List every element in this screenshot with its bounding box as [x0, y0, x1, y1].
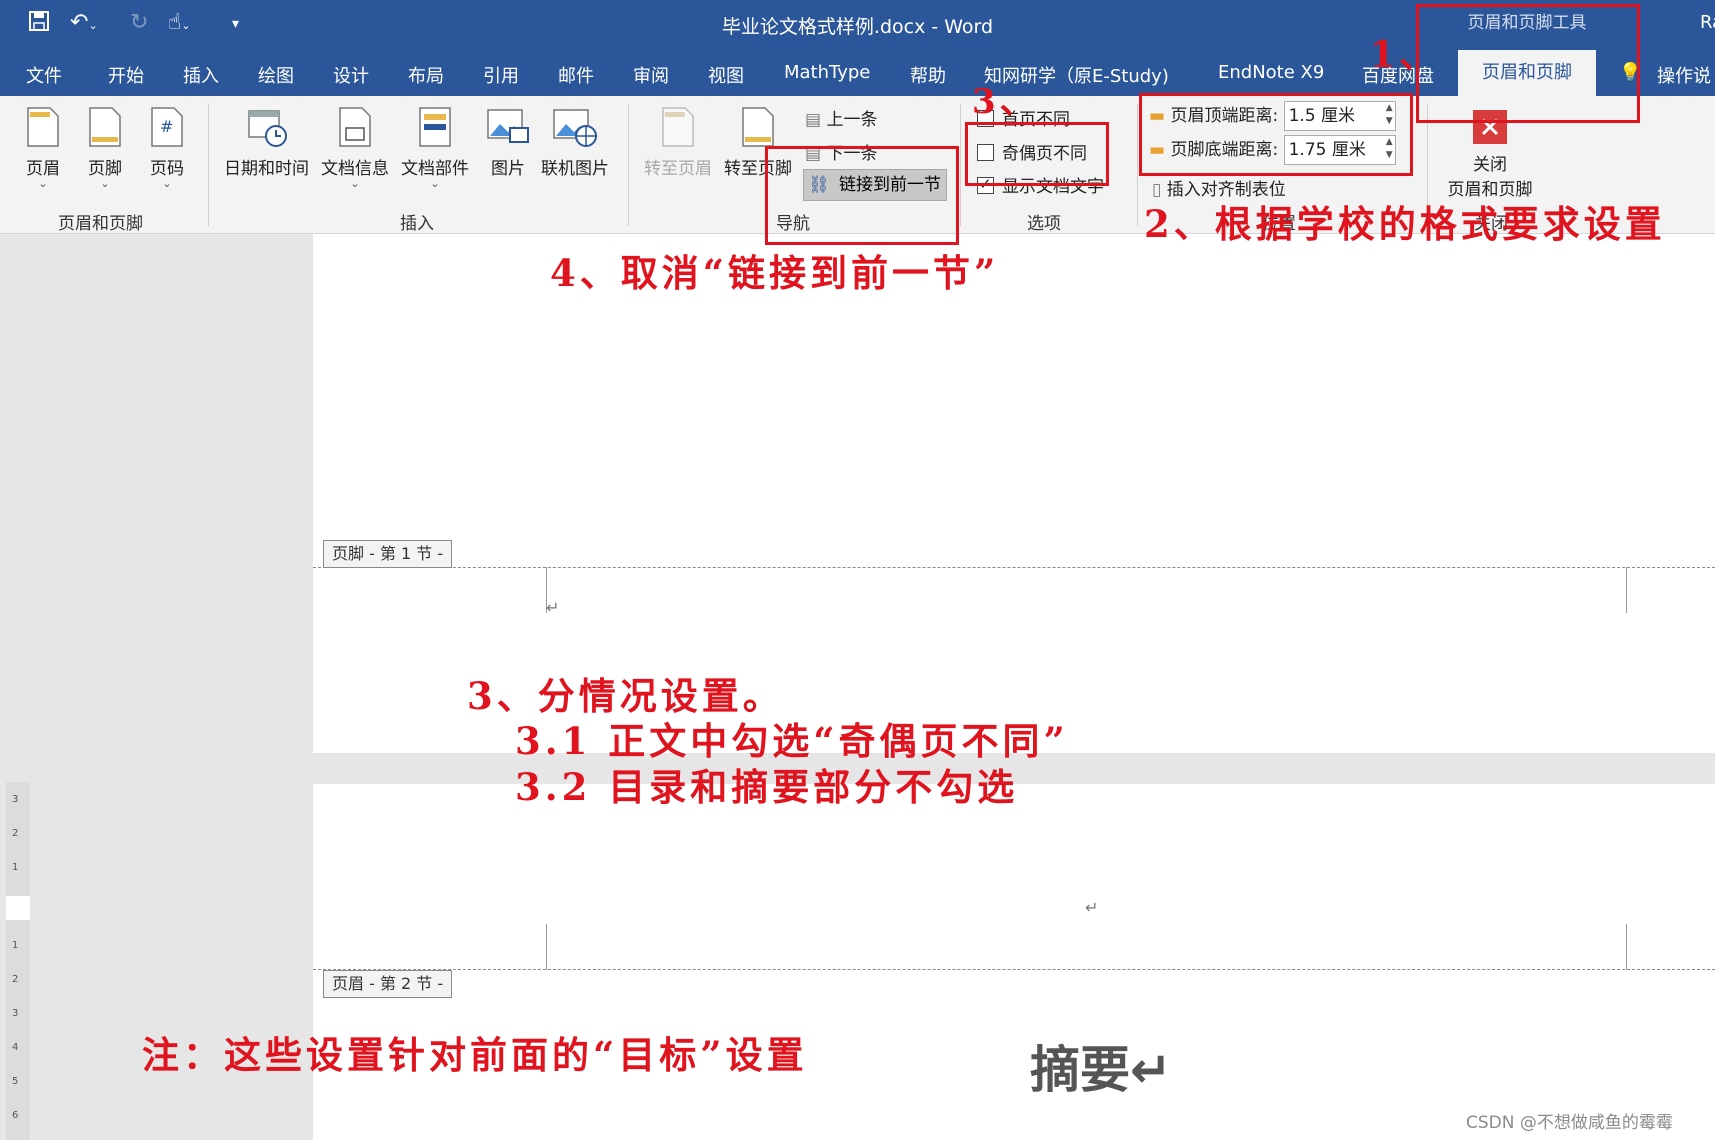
online-picture-button[interactable]: 联机图片: [541, 106, 609, 179]
previous-icon: ▤: [805, 110, 822, 130]
tab-references[interactable]: 引用: [483, 62, 519, 88]
annotation-step-2: 2、根据学校的格式要求设置: [1144, 202, 1666, 246]
tab-design[interactable]: 设计: [333, 62, 369, 88]
group-label-options: 选项: [1027, 214, 1061, 234]
document-info-icon: [339, 107, 371, 147]
annotation-box-1: [1416, 4, 1640, 123]
page-2[interactable]: [313, 784, 1715, 1140]
margin-marker: [1626, 924, 1627, 970]
ruler-margin-marker: [6, 896, 30, 920]
calendar-clock-icon: [247, 110, 287, 147]
footer-boundary: [313, 567, 1715, 568]
vertical-ruler[interactable]: 3 2 1 1 2 3 4 5 6: [6, 782, 30, 1140]
picture-icon: [487, 109, 529, 143]
header-icon: [27, 107, 59, 147]
annotation-box-2: [1139, 93, 1413, 176]
group-separator: [1137, 104, 1138, 226]
svg-text:#: #: [160, 117, 173, 136]
previous-button[interactable]: ▤ 上一条: [805, 105, 877, 130]
margin-marker: [1626, 567, 1627, 613]
margin-marker: [546, 924, 547, 970]
page-number-button[interactable]: # 页码 ⌄: [146, 106, 188, 190]
annotation-step-1: 1、: [1370, 34, 1440, 76]
annotation-step-3-2: 3.2 目录和摘要部分不勾选: [515, 765, 1019, 809]
group-label-insert: 插入: [400, 214, 434, 234]
tab-view[interactable]: 视图: [708, 62, 744, 88]
goto-header-button[interactable]: 转至页眉: [644, 106, 712, 179]
abstract-heading[interactable]: 摘要↵: [1030, 1030, 1172, 1102]
annotation-box-4: [765, 146, 959, 245]
tab-mailings[interactable]: 邮件: [558, 62, 594, 88]
footer-button[interactable]: 页脚 ⌄: [84, 106, 126, 190]
annotation-step-4: 4、取消“链接到前一节”: [550, 251, 1000, 295]
user-initial[interactable]: Ra: [1700, 12, 1715, 33]
group-label-header-footer: 页眉和页脚: [58, 214, 143, 234]
header-section-tag: 页眉 - 第 2 节 -: [323, 970, 453, 998]
tab-home[interactable]: 开始: [108, 62, 144, 88]
page-number-icon: #: [151, 107, 183, 147]
group-separator: [960, 104, 961, 226]
tab-endnote[interactable]: EndNote X9: [1218, 62, 1324, 83]
quick-parts-icon: [419, 107, 451, 147]
annotation-step-3-marker: 3、: [972, 82, 1038, 122]
tab-help[interactable]: 帮助: [910, 62, 946, 88]
group-separator: [628, 104, 629, 226]
header-boundary: [313, 969, 1715, 970]
document-info-button[interactable]: 文档信息 ⌄: [321, 106, 389, 190]
paragraph-mark: ↵: [546, 598, 560, 617]
tab-insert[interactable]: 插入: [183, 62, 219, 88]
goto-header-icon: [662, 107, 694, 147]
goto-footer-icon: [742, 107, 774, 147]
tell-me-search[interactable]: 操作说: [1657, 62, 1711, 88]
footer-icon: [89, 107, 121, 147]
tab-draw[interactable]: 绘图: [258, 62, 294, 88]
picture-button[interactable]: 图片: [486, 106, 530, 179]
tab-layout[interactable]: 布局: [408, 62, 444, 88]
watermark: CSDN @不想做咸鱼的霉霉: [1466, 1113, 1673, 1133]
tab-file[interactable]: 文件: [26, 62, 62, 88]
annotation-note: 注：这些设置针对前面的“目标”设置: [142, 1033, 808, 1077]
footer-section-tag: 页脚 - 第 1 节 -: [323, 540, 453, 568]
group-separator: [208, 104, 209, 226]
date-time-button[interactable]: 日期和时间: [224, 106, 309, 179]
tab-review[interactable]: 审阅: [633, 62, 669, 88]
quick-parts-button[interactable]: 文档部件 ⌄: [401, 106, 469, 190]
online-picture-icon: [553, 109, 597, 147]
header-button[interactable]: 页眉 ⌄: [22, 106, 64, 190]
paragraph-mark: ↵: [1085, 898, 1099, 917]
tab-mathtype[interactable]: MathType: [784, 62, 870, 83]
close-header-footer-button[interactable]: 关闭 页眉和页脚: [1440, 110, 1540, 200]
annotation-box-3: [965, 122, 1109, 186]
